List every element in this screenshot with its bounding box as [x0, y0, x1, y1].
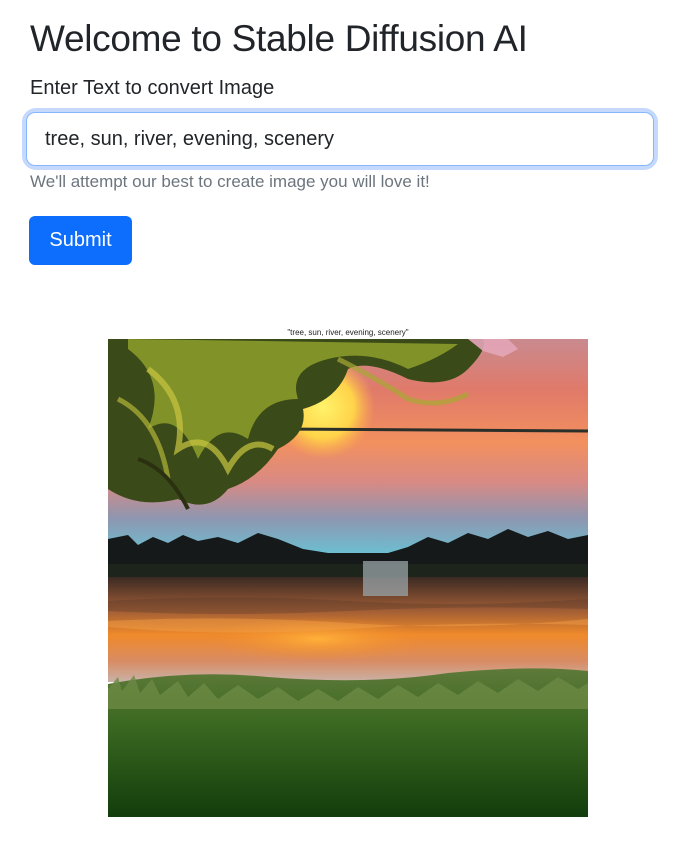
prompt-input-wrapper [26, 112, 654, 166]
prompt-label: Enter Text to convert Image [30, 77, 275, 99]
page: Welcome to Stable Diffusion AI Enter Tex… [0, 0, 673, 844]
submit-button[interactable]: Submit [29, 216, 132, 265]
prompt-input[interactable] [26, 112, 654, 166]
generated-figure: "tree, sun, river, evening, scenery" [108, 326, 588, 817]
page-title: Welcome to Stable Diffusion AI [30, 18, 528, 59]
help-text: We'll attempt our best to create image y… [30, 172, 430, 191]
generated-image [108, 339, 588, 817]
image-caption: "tree, sun, river, evening, scenery" [287, 328, 409, 337]
